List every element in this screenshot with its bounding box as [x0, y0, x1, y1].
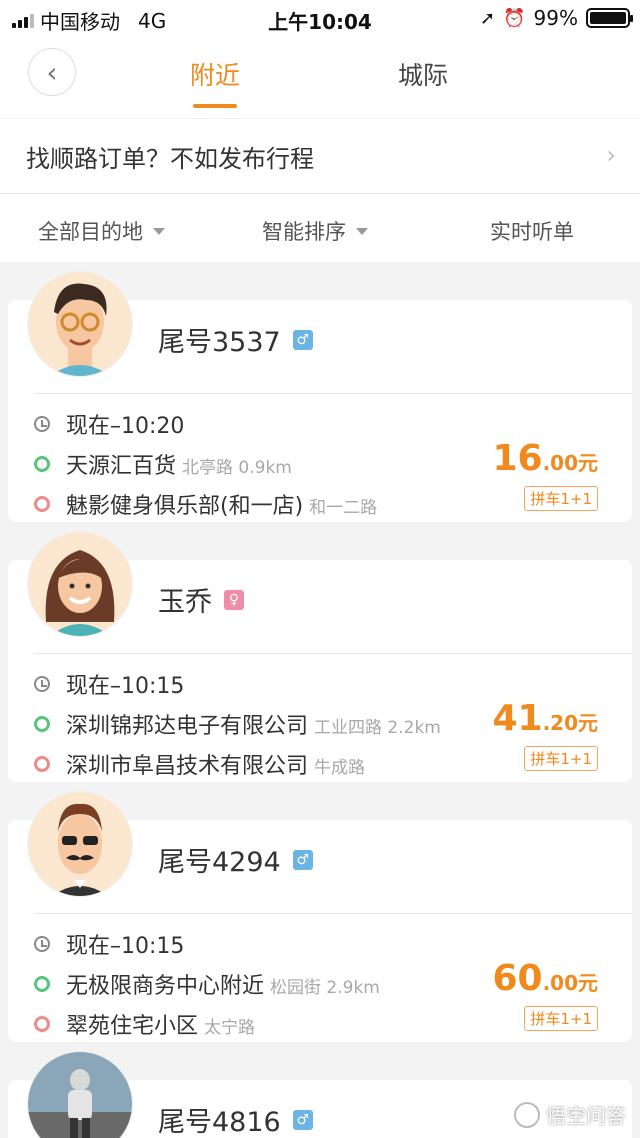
filter-sort-label: 智能排序 — [262, 220, 346, 244]
avatar[interactable] — [28, 272, 132, 376]
passenger-name: 尾号4816 ♂ — [158, 1100, 313, 1138]
status-bar: 中国移动 4G 上午10:04 ➚ ⏰ 99% — [0, 0, 640, 36]
divider — [34, 393, 632, 394]
price: 60.00元 — [492, 958, 598, 999]
clock-icon — [34, 416, 50, 432]
battery-percent: 99% — [533, 6, 578, 30]
publish-trip-banner[interactable]: 找顺路订单？不如发布行程 › — [0, 118, 640, 194]
time-text: 现在–10:15 — [66, 674, 185, 699]
man-glasses-avatar-icon — [28, 272, 132, 376]
alarm-icon: ⏰ — [503, 7, 526, 29]
caret-down-icon — [153, 227, 165, 235]
filter-bar: 全部目的地 智能排序 实时听单 — [0, 196, 640, 262]
time-text: 现在–10:15 — [66, 934, 185, 959]
tab-intercity[interactable]: 城际 — [398, 56, 448, 92]
clock-icon — [34, 676, 50, 692]
passenger-name: 尾号4294 ♂ — [158, 840, 313, 879]
start-dot-icon — [34, 976, 50, 992]
start-location: 无极限商务中心附近 — [66, 974, 265, 999]
passenger-name-text: 尾号4816 — [158, 1107, 281, 1138]
wukong-logo-icon — [514, 1101, 540, 1128]
end-detail: 牛成路 — [314, 758, 366, 778]
avatar[interactable] — [28, 532, 132, 636]
passenger-name: 尾号3537 ♂ — [158, 320, 313, 359]
start-row: 深圳锦邦达电子有限公司 工业四路 2.2km — [34, 708, 441, 740]
carpool-tag: 拼车1+1 — [524, 486, 598, 511]
watermark: 悟空问答 — [514, 1100, 626, 1129]
passenger-name-text: 玉乔 — [158, 587, 212, 618]
avatar[interactable] — [28, 792, 132, 896]
time-row: 现在–10:20 — [34, 408, 184, 440]
carpool-tag: 拼车1+1 — [524, 746, 598, 771]
start-row: 天源汇百货 北亭路 0.9km — [34, 448, 292, 480]
start-detail: 松园街 2.9km — [270, 978, 380, 998]
end-row: 深圳市阜昌技术有限公司 牛成路 — [34, 748, 365, 780]
filter-realtime-label: 实时听单 — [490, 220, 574, 244]
end-dot-icon — [34, 496, 50, 512]
man-mustache-avatar-icon — [28, 792, 132, 896]
divider — [34, 653, 632, 654]
time-text: 现在–10:20 — [66, 414, 185, 439]
passenger-name-text: 尾号4294 — [158, 847, 281, 878]
price: 16.00元 — [492, 438, 598, 479]
start-detail: 工业四路 2.2km — [314, 718, 441, 738]
watermark-text: 悟空问答 — [546, 1104, 626, 1128]
time-row: 现在–10:15 — [34, 928, 184, 960]
filter-realtime[interactable]: 实时听单 — [490, 216, 574, 246]
male-icon: ♂ — [292, 329, 313, 350]
tab-nearby[interactable]: 附近 — [190, 56, 240, 92]
back-button[interactable]: ‹ — [28, 48, 76, 96]
price: 41.20元 — [492, 698, 598, 739]
battery-fill — [590, 12, 626, 24]
price-int: 41 — [492, 698, 543, 739]
price-dec: .20元 — [542, 711, 598, 735]
start-location: 深圳锦邦达电子有限公司 — [66, 714, 309, 739]
start-detail: 北亭路 0.9km — [182, 458, 292, 478]
end-location: 翠苑住宅小区 — [66, 1014, 199, 1039]
chevron-left-icon: ‹ — [46, 55, 58, 89]
clock-icon — [34, 936, 50, 952]
passenger-name-text: 尾号3537 — [158, 327, 281, 358]
price-int: 16 — [492, 438, 543, 479]
active-tab-indicator — [193, 104, 237, 108]
start-dot-icon — [34, 456, 50, 472]
end-location: 魅影健身俱乐部(和一店) — [66, 494, 304, 519]
price-int: 60 — [492, 958, 543, 999]
divider — [34, 913, 632, 914]
end-row: 魅影健身俱乐部(和一店) 和一二路 — [34, 488, 377, 520]
filter-sort[interactable]: 智能排序 — [262, 216, 368, 246]
male-icon: ♂ — [292, 849, 313, 870]
caret-down-icon — [356, 227, 368, 235]
chevron-right-icon: › — [606, 141, 616, 169]
male-icon: ♂ — [292, 1109, 313, 1130]
female-icon: ♀ — [224, 589, 244, 610]
price-dec: .00元 — [542, 971, 598, 995]
status-right: ➚ ⏰ 99% — [480, 6, 633, 30]
filter-destination[interactable]: 全部目的地 — [38, 216, 165, 246]
end-row: 翠苑住宅小区 太宁路 — [34, 1008, 255, 1040]
end-detail: 和一二路 — [309, 498, 378, 518]
end-location: 深圳市阜昌技术有限公司 — [66, 754, 309, 779]
woman-avatar-icon — [28, 532, 132, 636]
filter-destination-label: 全部目的地 — [38, 220, 143, 244]
passenger-name: 玉乔 ♀ — [158, 580, 244, 619]
start-row: 无极限商务中心附近 松园街 2.9km — [34, 968, 380, 1000]
end-dot-icon — [34, 1016, 50, 1032]
end-detail: 太宁路 — [204, 1018, 256, 1038]
carpool-tag: 拼车1+1 — [524, 1006, 598, 1031]
start-dot-icon — [34, 716, 50, 732]
banner-text: 找顺路订单？不如发布行程 — [26, 145, 314, 173]
runner-photo-icon — [28, 1052, 132, 1138]
end-dot-icon — [34, 756, 50, 772]
price-dec: .00元 — [542, 451, 598, 475]
time-row: 现在–10:15 — [34, 668, 184, 700]
start-location: 天源汇百货 — [66, 454, 177, 479]
avatar[interactable] — [28, 1052, 132, 1138]
battery-icon — [586, 8, 633, 28]
location-icon: ➚ — [480, 7, 496, 29]
